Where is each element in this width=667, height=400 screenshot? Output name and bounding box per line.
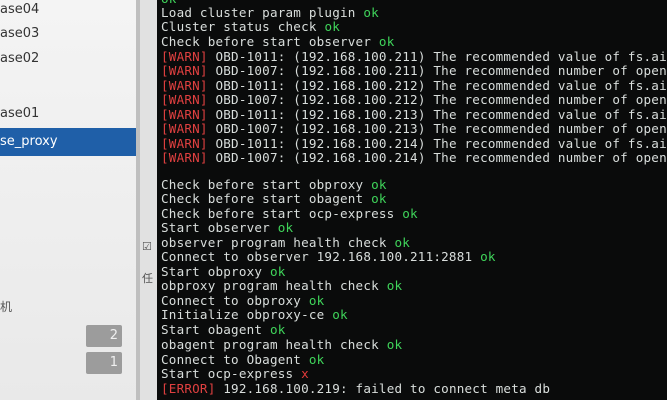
file-list-panel: ase04 ase03 ase02 ase01 se_proxy 机 2 1 <box>0 0 136 400</box>
terminal-line: Check before start obproxy ok <box>161 178 387 192</box>
file-list-item[interactable]: ase03 <box>0 22 136 46</box>
status-ok: ok <box>308 293 325 308</box>
terminal-line-text: Connect to obproxy <box>161 293 309 308</box>
status-ok: ok <box>371 191 387 206</box>
warn-tag: [WARN] <box>161 107 208 122</box>
warn-tag: [WARN] <box>161 150 208 165</box>
file-list-item-label: ase01 <box>0 106 40 121</box>
terminal-line: Cluster status check ok <box>161 20 340 34</box>
error-tag: [ERROR] <box>161 381 216 396</box>
terminal-line: Check before start obagent ok <box>161 192 387 206</box>
terminal-line: Start obagent ok <box>161 323 286 337</box>
terminal-line-text: Start obproxy <box>161 264 270 279</box>
file-list-item[interactable]: ase01 <box>0 102 136 126</box>
status-ok: ok <box>480 249 496 264</box>
terminal-line-text: obagent program health check <box>161 337 387 352</box>
terminal-line: [ERROR] 192.168.100.219: failed to conne… <box>161 382 550 396</box>
terminal-line: [WARN] OBD-1007: (192.168.100.214) The r… <box>161 151 667 165</box>
warn-tag: [WARN] <box>161 49 208 64</box>
terminal-line-text: Start obagent <box>161 322 270 337</box>
terminal-line: [WARN] OBD-1007: (192.168.100.213) The r… <box>161 122 667 136</box>
terminal-line: [WARN] OBD-1011: (192.168.100.212) The r… <box>161 79 667 93</box>
terminal-line: [WARN] OBD-1007: (192.168.100.211) The r… <box>161 64 667 78</box>
terminal-line-text: OBD-1011: (192.168.100.212) The recommen… <box>207 78 667 93</box>
file-list-item-label: ase02 <box>0 51 40 66</box>
file-list-item[interactable]: ase02 <box>0 47 136 71</box>
terminal-line-text: observer program health check <box>161 235 395 250</box>
terminal-line-text: obproxy program health check <box>161 278 387 293</box>
terminal-line-text: Initialize obproxy-ce <box>161 307 333 322</box>
terminal-line: [WARN] OBD-1007: (192.168.100.212) The r… <box>161 93 667 107</box>
terminal-line-text: OBD-1007: (192.168.100.214) The recommen… <box>207 150 667 165</box>
status-ok: ok <box>277 220 294 235</box>
status-ok: ok <box>378 34 395 49</box>
count-badge[interactable]: 2 <box>86 325 122 347</box>
task-icon[interactable]: 任 <box>142 270 153 286</box>
count-badge[interactable]: 1 <box>86 352 122 374</box>
terminal-line: Start ocp-express x <box>161 367 309 381</box>
terminal-line: Connect to Obagent ok <box>161 353 324 367</box>
terminal-line-text: OBD-1007: (192.168.100.211) The recommen… <box>207 63 667 78</box>
terminal-line: observer program health check ok <box>161 236 410 250</box>
terminal-line: Connect to obproxy ok <box>161 294 324 308</box>
status-ok: ok <box>308 352 325 367</box>
truncated-label: 机 <box>0 300 13 314</box>
warn-tag: [WARN] <box>161 63 208 78</box>
warn-tag: [WARN] <box>161 121 208 136</box>
file-list-item[interactable]: ase04 <box>0 0 136 22</box>
terminal-line-text: Connect to Obagent <box>161 352 309 367</box>
terminal-line: Initialize obproxy-ce ok <box>161 308 348 322</box>
terminal-line: obproxy program health check ok <box>161 279 402 293</box>
warn-tag: [WARN] <box>161 78 208 93</box>
terminal-line: Connect to observer 192.168.100.211:2881… <box>161 250 496 264</box>
status-ok: ok <box>269 264 286 279</box>
terminal-line: Check before start observer ok <box>161 35 394 49</box>
terminal-line-text: OBD-1011: (192.168.100.213) The recommen… <box>207 107 667 122</box>
status-ok: ok <box>386 337 403 352</box>
terminal-line-text: Check before start observer <box>161 34 379 49</box>
status-fail: x <box>301 366 309 381</box>
terminal-line: [WARN] OBD-1011: (192.168.100.211) The r… <box>161 50 667 64</box>
file-list-item-selected[interactable]: se_proxy <box>0 128 136 156</box>
terminal-line: obagent program health check ok <box>161 338 402 352</box>
terminal-line: Load cluster param plugin ok <box>161 6 379 20</box>
file-list-item-label: ase04 <box>0 2 40 17</box>
terminal-line-text: OBD-1011: (192.168.100.211) The recommen… <box>207 49 667 64</box>
terminal-line: Check before start ocp-express ok <box>161 207 418 221</box>
terminal-line: [WARN] OBD-1011: (192.168.100.214) The r… <box>161 137 667 151</box>
side-strip <box>140 0 157 400</box>
file-list-item-label: se_proxy <box>0 134 58 149</box>
status-ok: ok <box>394 235 411 250</box>
terminal-line-text: Load cluster param plugin <box>161 5 364 20</box>
terminal-line: [WARN] OBD-1011: (192.168.100.213) The r… <box>161 108 667 122</box>
status-ok: ok <box>324 19 341 34</box>
status-ok: ok <box>269 322 286 337</box>
terminal-output[interactable]: okLoad cluster param plugin okCluster st… <box>157 0 667 400</box>
checkbox-icon[interactable]: ☑ <box>142 240 152 253</box>
status-ok: ok <box>402 206 418 221</box>
terminal-line-text: 192.168.100.219: failed to connect meta … <box>215 381 551 396</box>
terminal-line-text: Start ocp-express <box>161 366 302 381</box>
status-ok: ok <box>363 5 379 20</box>
file-list-item-label: ase03 <box>0 26 40 41</box>
warn-tag: [WARN] <box>161 136 208 151</box>
terminal-line: Start observer ok <box>161 221 293 235</box>
terminal-line-text: Check before start ocp-express <box>161 206 403 221</box>
terminal-line-text: Connect to observer 192.168.100.211:2881 <box>161 249 481 264</box>
terminal-line-text: OBD-1011: (192.168.100.214) The recommen… <box>207 136 667 151</box>
status-ok: ok <box>332 307 348 322</box>
status-ok: ok <box>371 177 387 192</box>
terminal-line: Start obproxy ok <box>161 265 286 279</box>
terminal-line-text: Cluster status check <box>161 19 325 34</box>
terminal-line-text: Check before start obagent <box>161 191 372 206</box>
terminal-line-text: OBD-1007: (192.168.100.213) The recommen… <box>207 121 667 136</box>
terminal-line-text: OBD-1007: (192.168.100.212) The recommen… <box>207 92 667 107</box>
terminal-line-text: Start observer <box>161 220 278 235</box>
status-ok: ok <box>386 278 403 293</box>
terminal-line-text: Check before start obproxy <box>161 177 372 192</box>
warn-tag: [WARN] <box>161 92 208 107</box>
